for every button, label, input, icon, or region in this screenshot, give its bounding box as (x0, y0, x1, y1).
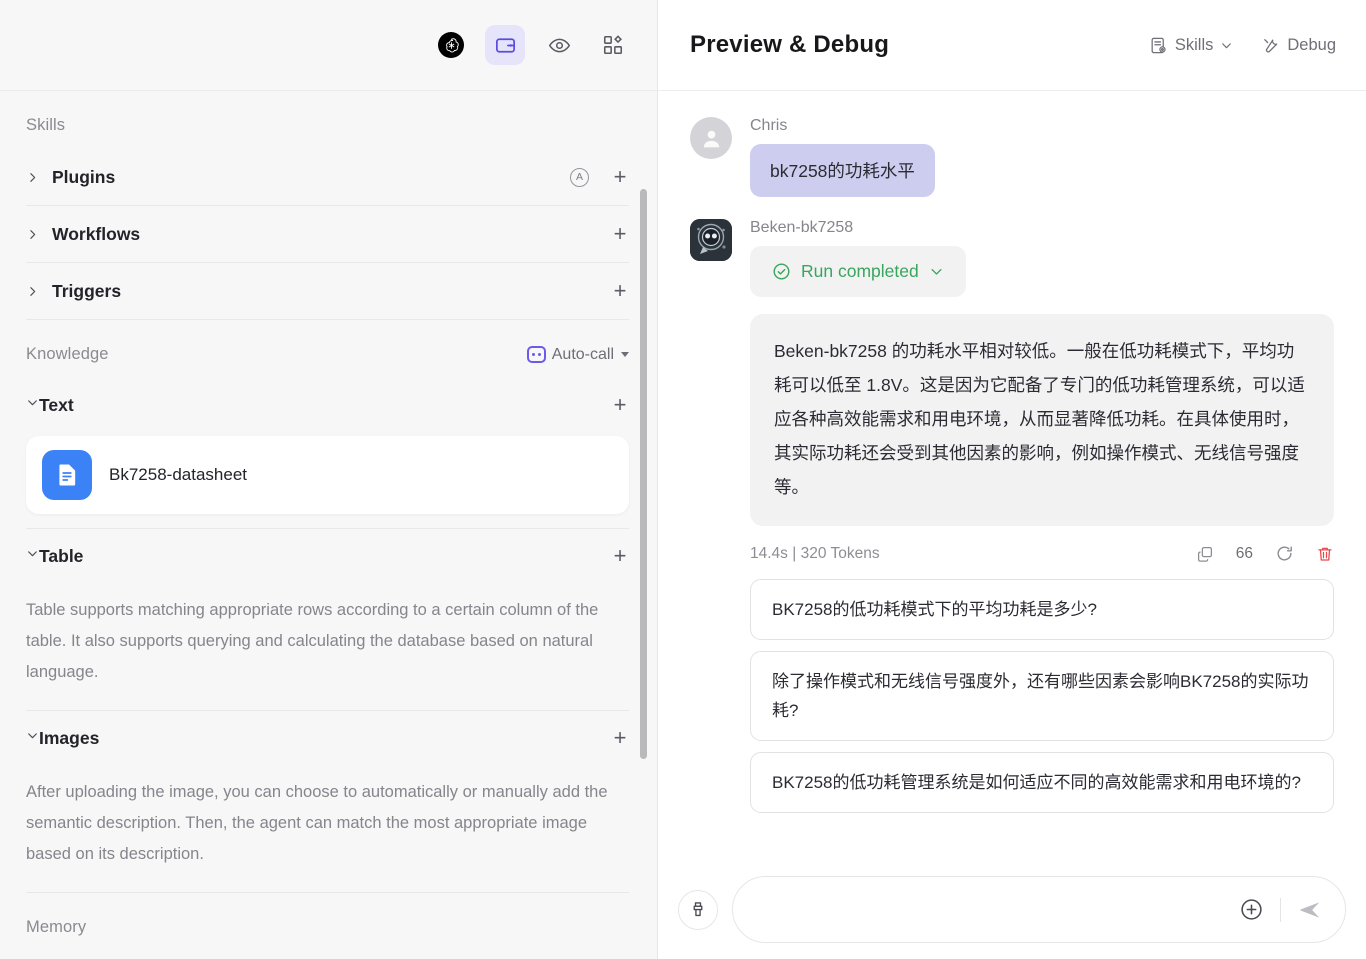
assistant-name: Beken-bk7258 (750, 219, 854, 236)
card-icon (495, 37, 515, 53)
chevron-right-icon[interactable] (26, 171, 52, 184)
chat-input-wrapper[interactable] (732, 876, 1346, 943)
chevron-down-icon (621, 352, 629, 357)
message-user: Chris bk7258的功耗水平 (690, 117, 1334, 197)
add-trigger-button[interactable]: + (611, 280, 629, 302)
knowledge-group-text-label: Text (39, 394, 74, 415)
document-icon (42, 450, 92, 500)
response-duration: 14.4s (750, 544, 788, 562)
token-count: 320 Tokens (800, 544, 880, 562)
add-workflow-button[interactable]: + (611, 223, 629, 245)
left-panel: Skills Plugins A + Workflows + Triggers … (0, 0, 658, 959)
copy-icon (1197, 546, 1212, 562)
sidebar-row-plugins-label: Plugins (52, 166, 116, 187)
plus-circle-icon (1241, 899, 1262, 920)
robot-avatar-icon (690, 219, 732, 261)
send-button[interactable] (1297, 897, 1323, 923)
knowledge-group-text[interactable]: Text + (26, 378, 629, 432)
skills-button-label: Skills (1174, 35, 1214, 54)
sidebar-row-triggers[interactable]: Triggers + (26, 263, 629, 320)
grid-apps-icon (603, 35, 623, 55)
debug-button[interactable]: Debug (1261, 36, 1336, 55)
chat-input[interactable] (759, 899, 1239, 920)
sidebar-section-knowledge-label: Knowledge (26, 345, 109, 363)
robot-face-icon (526, 346, 546, 363)
clear-conversation-button[interactable] (678, 889, 718, 930)
suggestion-chip[interactable]: BK7258的低功耗模式下的平均功耗是多少? (750, 579, 1334, 640)
meta-separator: | (792, 544, 797, 562)
divider (1280, 897, 1281, 922)
auto-badge-icon[interactable]: A (570, 167, 589, 187)
delete-button[interactable] (1316, 545, 1334, 563)
chevron-right-icon[interactable] (26, 228, 52, 241)
regenerate-button[interactable] (1275, 544, 1294, 563)
run-status-label: Run completed (801, 261, 919, 281)
knowledge-doc-name: Bk7258-datasheet (109, 465, 247, 484)
message-meta-row: 14.4s | 320 Tokens 66 (750, 544, 1334, 563)
knowledge-group-images-description: After uploading the image, you can choos… (26, 783, 608, 863)
card-icon-button[interactable] (485, 25, 525, 65)
sidebar-scroll-area: Skills Plugins A + Workflows + Triggers … (0, 91, 657, 959)
sidebar-row-workflows[interactable]: Workflows + (26, 206, 629, 263)
sidebar-row-plugins[interactable]: Plugins A + (26, 149, 629, 206)
left-toolbar (0, 0, 657, 91)
auto-call-label: Auto-call (551, 345, 614, 363)
chevron-right-icon[interactable] (26, 285, 52, 298)
openai-logo-icon-button[interactable] (431, 25, 471, 65)
sidebar-row-workflows-label: Workflows (52, 223, 141, 244)
eye-icon (548, 38, 570, 52)
preview-debug-panel: Preview & Debug Skills Debug Chris bk725… (658, 0, 1366, 959)
check-circle-icon (773, 263, 790, 280)
chat-scroll-area: Chris bk7258的功耗水平 Beken-bk7258 Run compl… (658, 91, 1366, 876)
sidebar-section-skills-label: Skills (26, 116, 66, 134)
knowledge-group-table[interactable]: Table + (26, 529, 629, 583)
chevron-down-icon[interactable] (26, 729, 39, 747)
sidebar-section-memory-label: Memory (26, 918, 87, 936)
copy-button[interactable] (1196, 545, 1214, 563)
chevron-down-icon[interactable] (26, 547, 39, 565)
chevron-down-icon (931, 269, 942, 275)
debug-button-label: Debug (1287, 35, 1336, 54)
attach-button[interactable] (1239, 897, 1264, 922)
skills-icon (1151, 37, 1166, 53)
knowledge-group-images[interactable]: Images + (26, 711, 629, 765)
run-status-chip[interactable]: Run completed (750, 246, 966, 297)
sidebar-row-triggers-label: Triggers (52, 280, 122, 301)
knowledge-doc-card[interactable]: Bk7258-datasheet (26, 436, 629, 514)
user-name: Chris (750, 117, 788, 134)
add-text-knowledge-button[interactable]: + (611, 394, 629, 416)
chevron-down-icon (1222, 42, 1232, 48)
preview-header: Preview & Debug Skills Debug (658, 0, 1366, 91)
reaction-count[interactable]: 66 (1236, 545, 1253, 563)
brush-icon (693, 901, 703, 916)
auto-call-dropdown[interactable]: Auto-call (526, 345, 629, 364)
refresh-icon (1277, 546, 1292, 561)
avatar (690, 117, 732, 159)
wrench-icon (1264, 38, 1278, 52)
message-assistant: Beken-bk7258 Run completed Beken-bk7258 … (690, 219, 1334, 824)
chevron-down-icon[interactable] (26, 396, 39, 414)
knowledge-group-table-label: Table (39, 545, 84, 566)
add-table-knowledge-button[interactable]: + (611, 545, 629, 567)
assistant-message-bubble: Beken-bk7258 的功耗水平相对较低。一般在低功耗模式下，平均功耗可以低… (750, 314, 1334, 526)
sidebar-section-knowledge-header: Knowledge Auto-call (26, 320, 629, 378)
suggestion-chip[interactable]: BK7258的低功耗管理系统是如何适应不同的高效能需求和用电环境的? (750, 752, 1334, 813)
avatar (690, 219, 732, 261)
add-plugin-button[interactable]: + (611, 166, 629, 188)
add-image-knowledge-button[interactable]: + (611, 727, 629, 749)
skills-dropdown-button[interactable]: Skills (1149, 36, 1234, 55)
trash-icon (1318, 547, 1332, 561)
openai-logo-icon (438, 32, 464, 58)
knowledge-group-images-label: Images (39, 727, 100, 748)
eye-icon-button[interactable] (539, 25, 579, 65)
sidebar-scrollbar[interactable] (640, 189, 647, 759)
user-message-bubble: bk7258的功耗水平 (750, 144, 935, 197)
knowledge-group-table-description: Table supports matching appropriate rows… (26, 601, 599, 681)
send-icon (1300, 901, 1320, 918)
suggestion-chip[interactable]: 除了操作模式和无线信号强度外，还有哪些因素会影响BK7258的实际功耗? (750, 651, 1334, 741)
grid-apps-icon-button[interactable] (593, 25, 633, 65)
chat-composer (658, 876, 1366, 959)
page-title: Preview & Debug (690, 31, 890, 58)
app-root: Skills Plugins A + Workflows + Triggers … (0, 0, 1366, 959)
